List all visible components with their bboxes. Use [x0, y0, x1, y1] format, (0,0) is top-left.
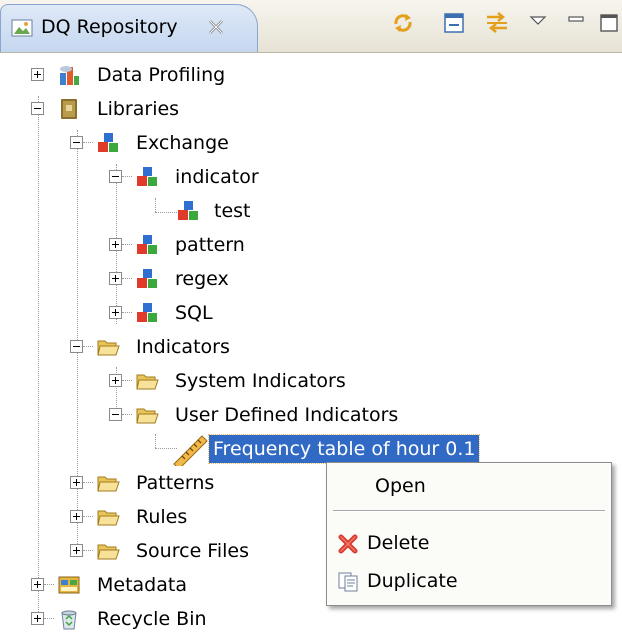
collapse-toggle[interactable] [70, 136, 83, 149]
close-icon[interactable] [206, 17, 226, 37]
expand-toggle[interactable] [31, 68, 44, 81]
recycle-bin-icon [61, 610, 77, 630]
filter-icon[interactable] [484, 10, 510, 36]
menu-item-open[interactable]: Open [329, 469, 609, 505]
tree-node-label: Rules [136, 506, 188, 528]
tree-node-libraries[interactable]: Libraries [0, 94, 300, 124]
data-profiling-icon [60, 66, 79, 85]
tree-node-label: SQL [175, 302, 213, 324]
tree-node-label: Data Profiling [97, 64, 226, 86]
tree-node-metadata[interactable]: Metadata [0, 570, 300, 600]
tree-node-rules[interactable]: Rules [0, 502, 300, 532]
collapse-toggle[interactable] [109, 408, 122, 421]
link-with-editor-icon[interactable] [390, 10, 416, 36]
dq-repository-view: DQ Repository Data Profiling Libraries E… [0, 0, 622, 633]
tree-node-data-profiling[interactable]: Data Profiling [0, 60, 300, 90]
tree-node-exchange[interactable]: Exchange [0, 128, 300, 158]
tree-node-system-indicators[interactable]: System Indicators [0, 366, 346, 396]
exchange-cubes-icon [98, 133, 118, 152]
tree-node-label: Frequency table of hour 0.1 [207, 434, 481, 464]
exchange-cubes-icon [137, 303, 157, 322]
menu-item-duplicate[interactable]: Duplicate [329, 564, 609, 600]
expand-toggle[interactable] [109, 238, 122, 251]
tree-node-sql[interactable]: SQL [0, 298, 300, 328]
tree-node-patterns[interactable]: Patterns [0, 468, 300, 498]
expand-toggle[interactable] [31, 612, 44, 625]
exchange-cubes-icon [137, 269, 157, 288]
view-menu-icon[interactable] [528, 10, 548, 36]
tree-node-frequency-table[interactable]: Frequency table of hour 0.1 [0, 434, 500, 466]
tree-node-indicators[interactable]: Indicators [0, 332, 300, 362]
collapse-all-icon[interactable] [441, 10, 467, 36]
tree-node-label: Metadata [97, 574, 187, 596]
duplicate-icon [338, 572, 358, 592]
expand-toggle[interactable] [70, 510, 83, 523]
delete-x-icon [338, 534, 358, 554]
expand-toggle[interactable] [109, 272, 122, 285]
expand-toggle[interactable] [31, 578, 44, 591]
tree-node-pattern[interactable]: pattern [0, 230, 300, 260]
tree-node-source-files[interactable]: Source Files [0, 536, 300, 566]
collapse-toggle[interactable] [31, 102, 44, 115]
exchange-cubes-icon [137, 167, 157, 186]
open-folder-icon [136, 374, 159, 390]
tree-node-label: User Defined Indicators [175, 404, 399, 426]
view-title: DQ Repository [41, 16, 178, 38]
expand-toggle[interactable] [70, 544, 83, 557]
tree-node-label: Indicators [136, 336, 230, 358]
menu-separator [333, 510, 605, 512]
tree-node-label: test [214, 200, 251, 222]
menu-item-delete[interactable]: Delete [329, 526, 609, 562]
tree-node-label: Source Files [136, 540, 249, 562]
open-folder-icon [97, 510, 120, 526]
tree-node-label: Exchange [136, 132, 229, 154]
tree-node-label: indicator [175, 166, 259, 188]
tree-node-label: Libraries [97, 98, 180, 120]
view-header: DQ Repository [0, 0, 622, 53]
menu-item-label: Duplicate [367, 570, 458, 592]
menu-item-label: Delete [367, 532, 430, 554]
tree-node-indicator[interactable]: indicator [0, 162, 300, 192]
collapse-toggle[interactable] [109, 170, 122, 183]
tree-node-label: Patterns [136, 472, 215, 494]
open-folder-icon [97, 544, 120, 560]
tree-node-label: Recycle Bin [97, 608, 207, 630]
exchange-cubes-icon [178, 201, 198, 220]
dq-repository-tab[interactable]: DQ Repository [0, 4, 258, 52]
open-folder-icon [136, 408, 159, 424]
expand-toggle[interactable] [109, 374, 122, 387]
exchange-cubes-icon [137, 235, 157, 254]
expand-toggle[interactable] [70, 476, 83, 489]
tree-node-user-defined-indicators[interactable]: User Defined Indicators [0, 400, 420, 430]
library-book-icon [61, 99, 77, 119]
metadata-icon [58, 576, 80, 594]
tree-node-label: regex [175, 268, 229, 290]
tree-node-regex[interactable]: regex [0, 264, 300, 294]
context-menu: Open Delete Duplicate [326, 462, 612, 606]
minimize-icon[interactable] [566, 10, 586, 36]
open-folder-icon [97, 476, 120, 492]
expand-toggle[interactable] [109, 306, 122, 319]
tree-node-recycle-bin[interactable]: Recycle Bin [0, 604, 300, 633]
maximize-icon[interactable] [598, 10, 618, 36]
menu-item-label: Open [375, 475, 426, 497]
ruler-indicator-icon [173, 435, 208, 466]
tree-node-label: System Indicators [175, 370, 346, 392]
repository-icon [11, 19, 33, 37]
tree-node-test[interactable]: test [0, 196, 300, 226]
open-folder-icon [97, 340, 120, 356]
tree-node-label: pattern [175, 234, 245, 256]
collapse-toggle[interactable] [70, 340, 83, 353]
